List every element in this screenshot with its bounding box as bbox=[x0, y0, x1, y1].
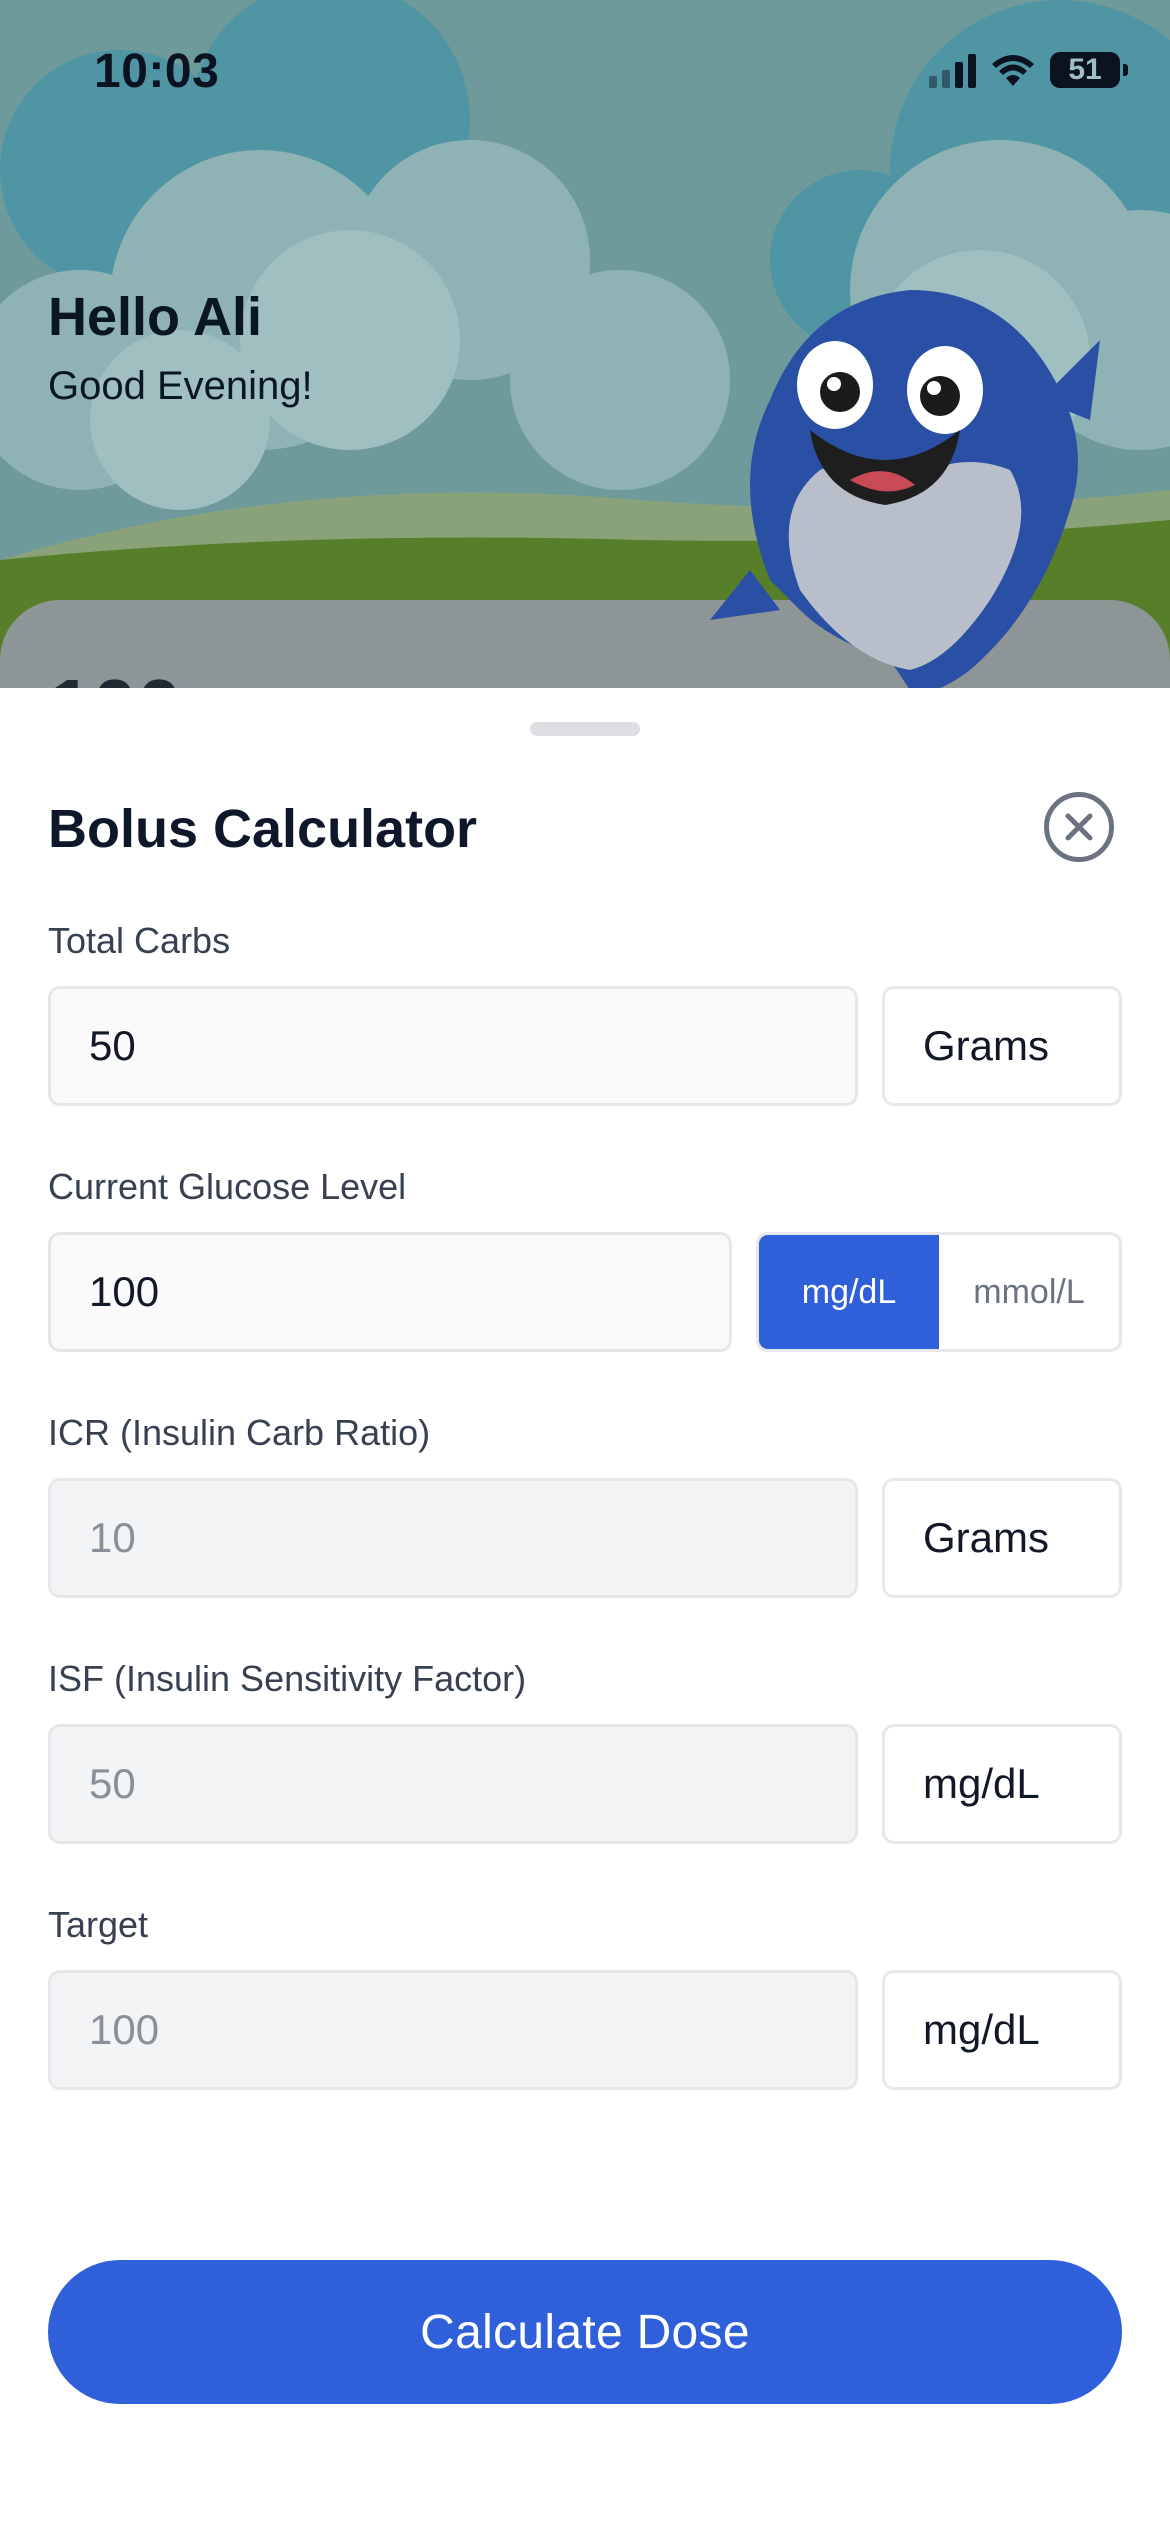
current-glucose-input[interactable]: 100 bbox=[48, 1232, 732, 1352]
home-background: 10:03 51 Hello Ali Good Evening! 100 bbox=[0, 0, 1170, 690]
drag-handle[interactable] bbox=[530, 722, 640, 736]
total-carbs-label: Total Carbs bbox=[48, 920, 231, 961]
icr-input[interactable]: 10 bbox=[48, 1478, 858, 1598]
icr-label: ICR (Insulin Carb Ratio) bbox=[48, 1412, 431, 1453]
sheet-title: Bolus Calculator bbox=[48, 799, 478, 859]
bolus-calculator-sheet: Bolus Calculator Total Carbs 50 Grams Cu… bbox=[0, 688, 1170, 2532]
status-icons: 51 bbox=[929, 52, 1128, 88]
glucose-card-value: 100 bbox=[48, 662, 181, 690]
icr-unit[interactable]: Grams bbox=[882, 1478, 1122, 1598]
unit-option-mgdl[interactable]: mg/dL bbox=[759, 1235, 939, 1349]
screen: 10:03 51 Hello Ali Good Evening! 100 bbox=[0, 0, 1170, 2532]
battery-icon: 51 bbox=[1050, 52, 1128, 88]
total-carbs-unit[interactable]: Grams bbox=[882, 986, 1122, 1106]
target-label: Target bbox=[48, 1904, 149, 1945]
close-button[interactable] bbox=[1044, 792, 1114, 862]
isf-unit[interactable]: mg/dL bbox=[882, 1724, 1122, 1844]
cellular-signal-icon bbox=[929, 52, 976, 88]
close-icon bbox=[1065, 813, 1093, 841]
status-time: 10:03 bbox=[94, 45, 220, 98]
target-unit[interactable]: mg/dL bbox=[882, 1970, 1122, 2090]
current-glucose-label: Current Glucose Level bbox=[48, 1166, 407, 1207]
isf-input[interactable]: 50 bbox=[48, 1724, 858, 1844]
wifi-icon bbox=[992, 55, 1034, 86]
greeting-subtitle: Good Evening! bbox=[48, 364, 313, 408]
glucose-unit-toggle: mg/dL mmol/L bbox=[756, 1232, 1122, 1352]
whale-mascot-icon bbox=[710, 290, 1100, 690]
unit-option-mmoll[interactable]: mmol/L bbox=[939, 1235, 1119, 1349]
total-carbs-input[interactable]: 50 bbox=[48, 986, 858, 1106]
greeting-name: Hello Ali bbox=[48, 287, 263, 347]
calculate-dose-button[interactable]: Calculate Dose bbox=[48, 2260, 1122, 2404]
target-input[interactable]: 100 bbox=[48, 1970, 858, 2090]
isf-label: ISF (Insulin Sensitivity Factor) bbox=[48, 1658, 527, 1699]
